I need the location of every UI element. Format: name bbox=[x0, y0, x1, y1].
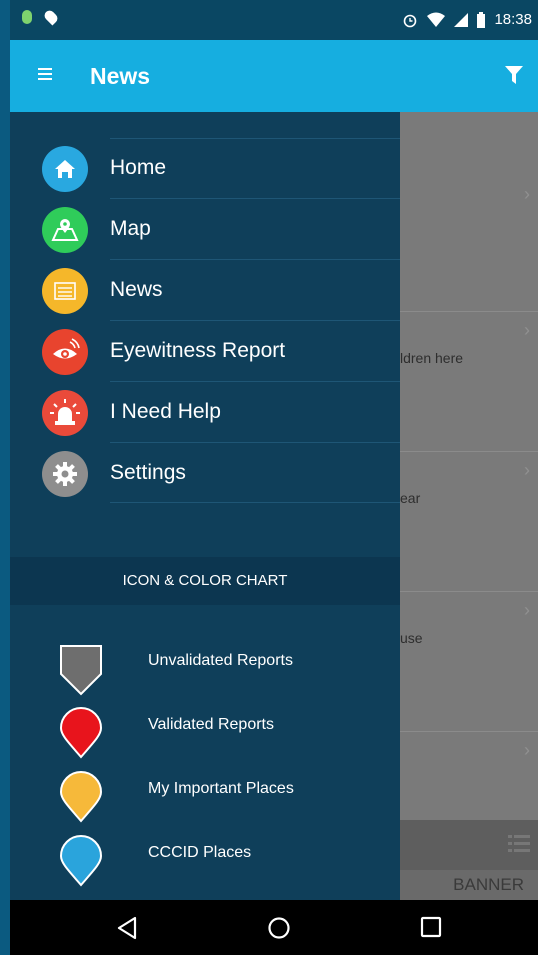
filter-icon[interactable] bbox=[504, 64, 524, 86]
yellow-pin-marker-icon bbox=[59, 771, 103, 823]
drawer-item-news[interactable]: News bbox=[10, 260, 400, 320]
divider bbox=[110, 502, 400, 503]
list-item-text: use bbox=[400, 630, 423, 646]
navigation-drawer: Home Map News Eyewitness Report I Need H… bbox=[10, 112, 400, 900]
back-icon[interactable] bbox=[116, 916, 138, 940]
drawer-item-i-need-help[interactable]: I Need Help bbox=[10, 382, 400, 442]
drawer-item-label: Eyewitness Report bbox=[110, 339, 286, 362]
list-item[interactable]: › bbox=[400, 732, 538, 820]
drawer-item-label: Settings bbox=[110, 461, 186, 484]
map-icon bbox=[42, 207, 88, 253]
list-item[interactable]: › ldren here bbox=[400, 312, 538, 452]
chevron-right-icon: › bbox=[524, 740, 530, 760]
list-view-icon[interactable] bbox=[508, 832, 530, 854]
legend-item-important-places: My Important Places bbox=[10, 768, 400, 824]
page-title: News bbox=[90, 63, 151, 89]
news-icon bbox=[42, 268, 88, 314]
eye-icon bbox=[42, 329, 88, 375]
wifi-icon bbox=[427, 12, 446, 27]
icon-color-chart-header: ICON & COLOR CHART bbox=[10, 557, 400, 605]
system-nav-bar bbox=[10, 900, 538, 955]
drawer-item-label: Home bbox=[110, 156, 167, 179]
chevron-right-icon: › bbox=[524, 600, 530, 620]
drawer-item-eyewitness-report[interactable]: Eyewitness Report bbox=[10, 321, 400, 381]
drawer-item-map[interactable]: Map bbox=[10, 199, 400, 259]
status-bar: 18:38 bbox=[10, 0, 538, 40]
recents-icon[interactable] bbox=[420, 916, 442, 938]
phone-screen: 18:38 News › › ldren here › ear › use › bbox=[10, 0, 538, 955]
app-bar: News bbox=[10, 40, 538, 112]
banner-ad[interactable]: BANNER bbox=[400, 870, 538, 900]
drawer-item-home[interactable]: Home bbox=[10, 138, 400, 198]
signal-icon bbox=[454, 12, 469, 27]
home-circle-icon[interactable] bbox=[267, 916, 291, 940]
location-pin-icon bbox=[42, 8, 60, 26]
hamburger-menu-icon[interactable] bbox=[38, 68, 52, 80]
news-list-background: › › ldren here › ear › use › bbox=[400, 112, 538, 820]
home-icon bbox=[42, 146, 88, 192]
banner-label: BANNER bbox=[453, 875, 524, 894]
status-time: 18:38 bbox=[494, 11, 532, 28]
legend-label: My Important Places bbox=[148, 780, 294, 797]
list-item[interactable]: › bbox=[400, 112, 538, 312]
list-item[interactable]: › use bbox=[400, 592, 538, 732]
chevron-right-icon: › bbox=[524, 320, 530, 340]
chevron-right-icon: › bbox=[524, 184, 530, 204]
battery-icon bbox=[477, 11, 486, 28]
drawer-item-label: Map bbox=[110, 217, 151, 240]
legend-item-validated: Validated Reports bbox=[10, 704, 400, 760]
legend-item-unvalidated: Unvalidated Reports bbox=[10, 640, 400, 696]
legend-label: Validated Reports bbox=[148, 716, 274, 733]
list-item[interactable]: › ear bbox=[400, 452, 538, 592]
list-item-text: ear bbox=[400, 490, 421, 506]
legend-label: CCCID Places bbox=[148, 844, 252, 861]
chevron-right-icon: › bbox=[524, 460, 530, 480]
grey-shield-marker-icon bbox=[60, 645, 102, 696]
bottom-toolbar bbox=[400, 820, 538, 870]
gear-icon bbox=[42, 451, 88, 497]
alarm-icon bbox=[404, 14, 417, 27]
blue-pin-marker-icon bbox=[59, 835, 103, 887]
red-pin-marker-icon bbox=[59, 707, 103, 759]
drawer-item-settings[interactable]: Settings bbox=[10, 443, 400, 503]
siren-icon bbox=[42, 390, 88, 436]
legend-item-cccid-places: CCCID Places bbox=[10, 832, 400, 888]
list-item-text: ldren here bbox=[400, 350, 464, 366]
drawer-item-label: I Need Help bbox=[110, 400, 221, 423]
legend-label: Unvalidated Reports bbox=[148, 652, 293, 669]
notification-dot-icon bbox=[22, 10, 32, 24]
drawer-item-label: News bbox=[110, 278, 163, 301]
